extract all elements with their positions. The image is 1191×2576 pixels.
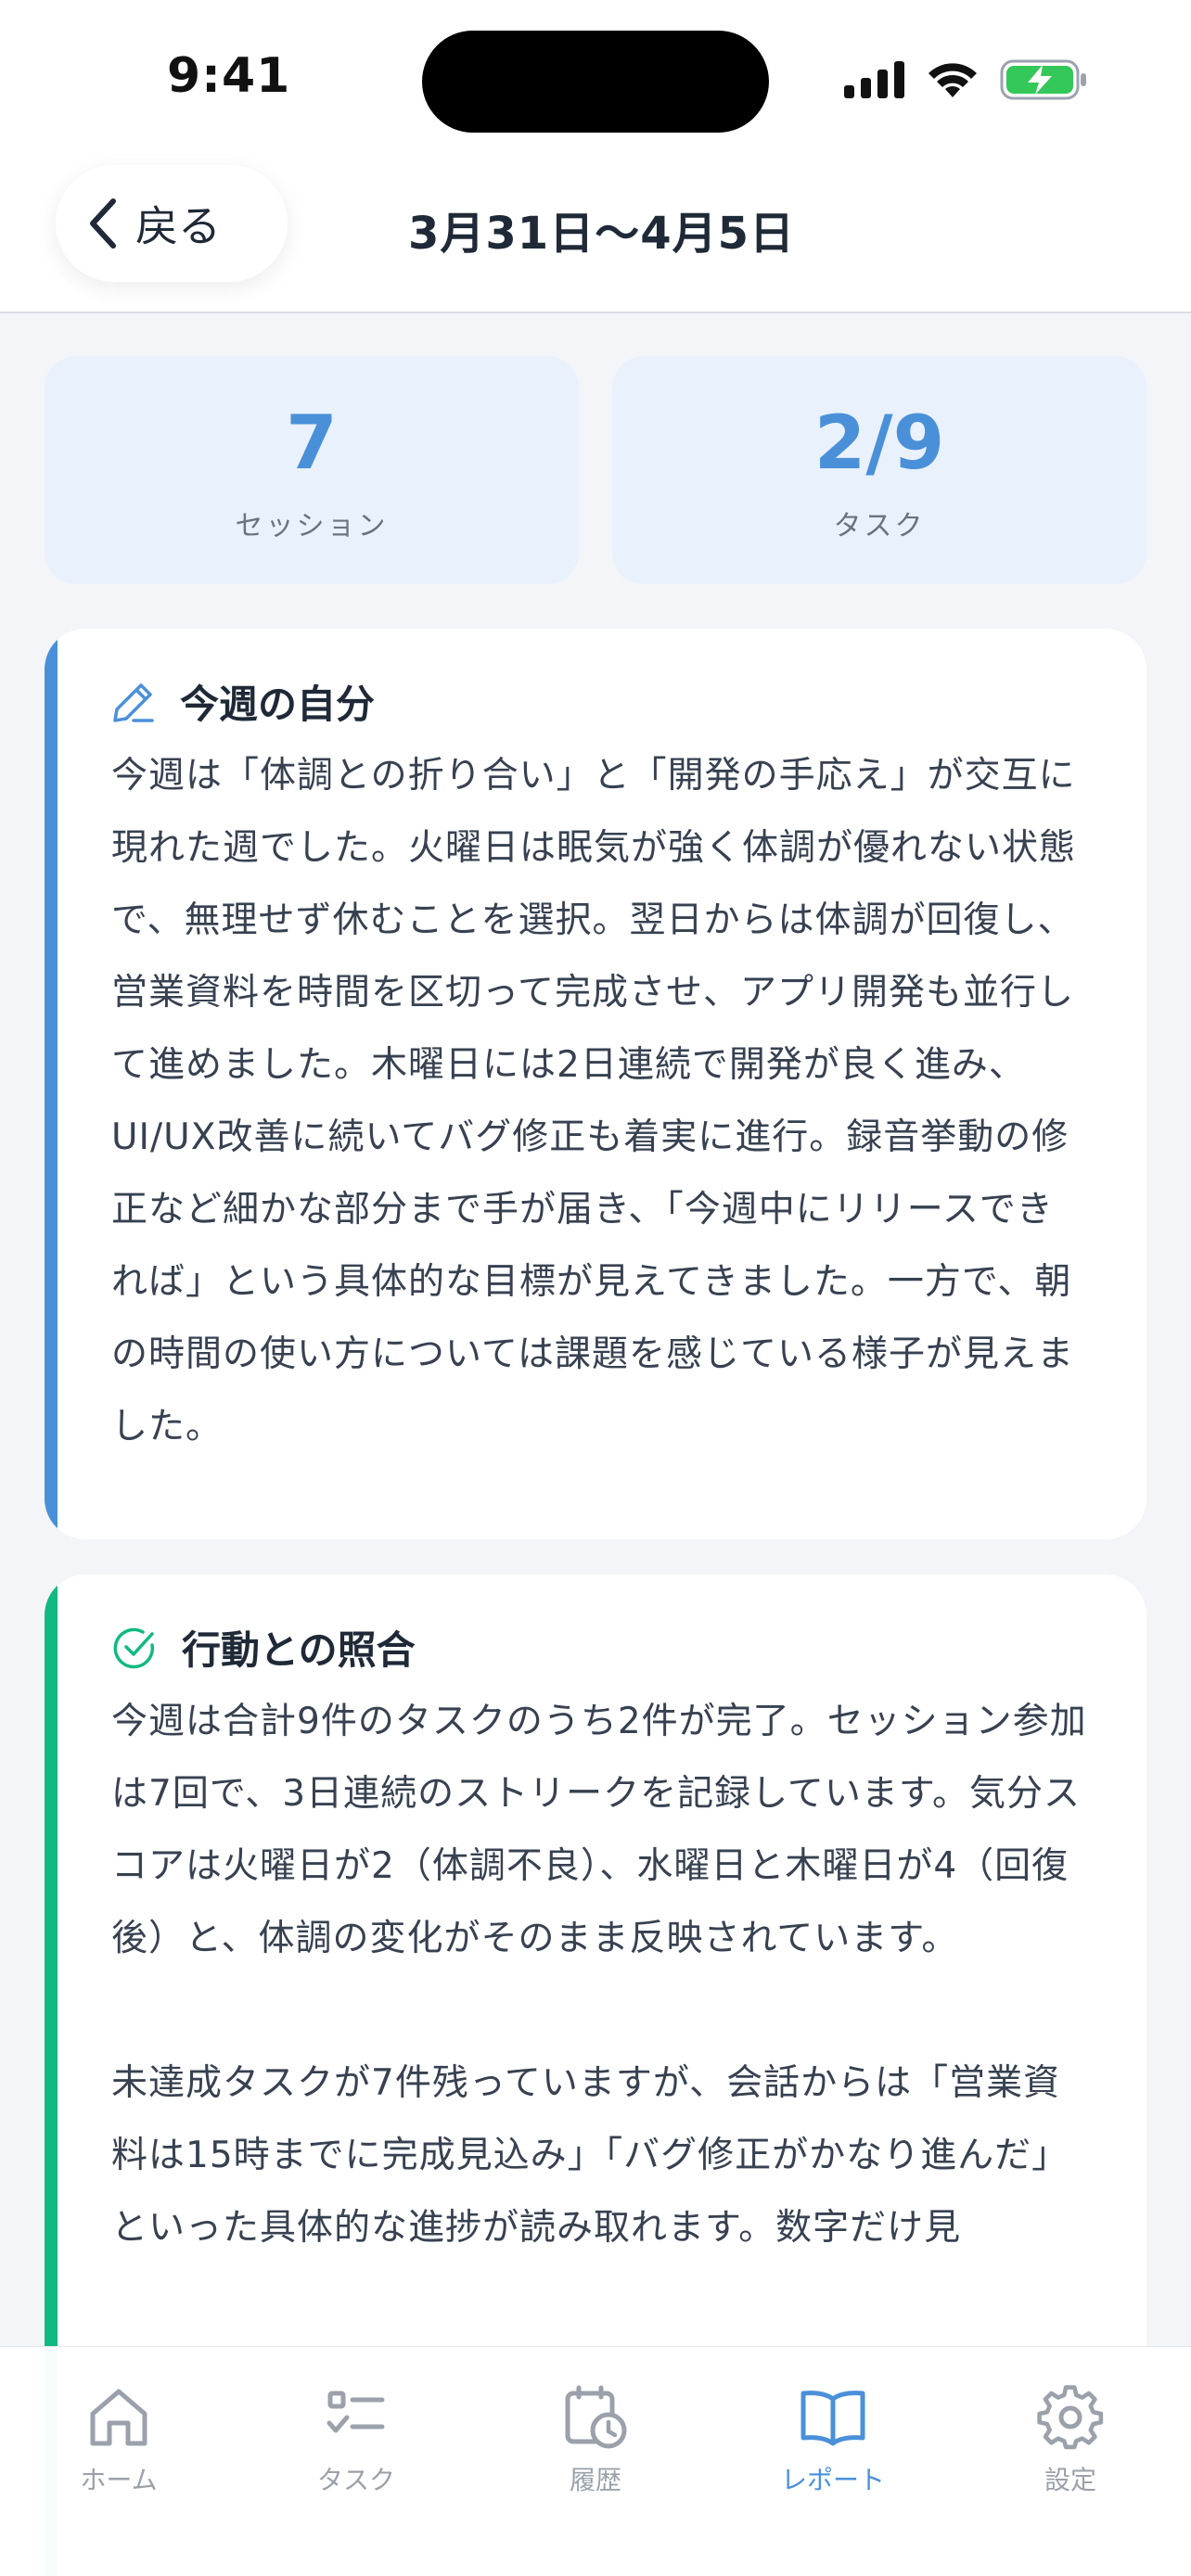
tab-tasks[interactable]: タスク: [237, 2366, 475, 2505]
tasks-label: タスク: [833, 510, 926, 542]
gear-icon: [1037, 2385, 1104, 2450]
check-circle-icon: [113, 1627, 155, 1668]
dynamic-island: [422, 31, 769, 133]
sessions-stat-card: 7 セッション: [45, 356, 579, 584]
wifi-icon: [928, 63, 977, 97]
card-accent-bar: [45, 629, 58, 1539]
tab-label: ホーム: [80, 2465, 158, 2495]
cellular-signal-icon: [844, 61, 904, 98]
tab-settings[interactable]: 設定: [952, 2366, 1189, 2505]
chevron-left-icon: [90, 198, 116, 249]
tasks-stat-card: 2/9 タスク: [612, 356, 1146, 584]
card-title: 行動との照合: [182, 1627, 416, 1673]
tasks-count: 2/9: [813, 400, 945, 486]
card-title: 今週の自分: [180, 682, 376, 727]
tab-bar: ホーム タスク 履歴 レポート 設定: [0, 2346, 1191, 2576]
weekly-self-card: 今週の自分 今週は「体調との折り合い」と「開発の手応え」が交互に現れた週でした。…: [45, 629, 1146, 1539]
calendar-clock-icon: [565, 2385, 627, 2449]
home-icon: [90, 2389, 147, 2446]
sessions-count: 7: [286, 400, 338, 486]
task-list-icon: [327, 2391, 385, 2433]
tab-label: タスク: [316, 2465, 395, 2495]
card-body-text: 今週は「体調との折り合い」と「開発の手応え」が交互に現れた週でした。火曜日は眠気…: [111, 755, 1077, 1447]
report-screen: 9:41 戻る 3月31日〜4月5日 7 セッション 2/9 タスク 今週の自分…: [0, 0, 1191, 2576]
tab-history[interactable]: 履歴: [477, 2366, 714, 2505]
battery-charging-icon: [1000, 59, 1086, 100]
sessions-label: セッション: [235, 510, 389, 542]
tab-home[interactable]: ホーム: [0, 2366, 237, 2505]
card-header: 行動との照合: [111, 1619, 416, 1676]
header: 戻る 3月31日〜4月5日: [0, 158, 1191, 313]
status-time: 9:41: [167, 48, 291, 104]
page-title: 3月31日〜4月5日: [408, 208, 795, 260]
card-body-text: 今週は合計9件のタスクのうち2件が完了。セッション参加は7回で、3日連続のストリ…: [111, 1701, 1087, 2249]
card-header: 今週の自分: [111, 673, 375, 730]
status-bar: 9:41: [0, 0, 1191, 158]
open-book-icon: [800, 2391, 865, 2446]
pencil-icon: [113, 682, 154, 722]
tab-label: 履歴: [569, 2465, 621, 2495]
tab-label: レポート: [780, 2465, 885, 2495]
back-button[interactable]: 戻る: [56, 165, 288, 282]
tab-report[interactable]: レポート: [714, 2366, 952, 2505]
back-label: 戻る: [135, 201, 221, 251]
tab-label: 設定: [1044, 2465, 1096, 2495]
status-icons: [844, 57, 1089, 102]
